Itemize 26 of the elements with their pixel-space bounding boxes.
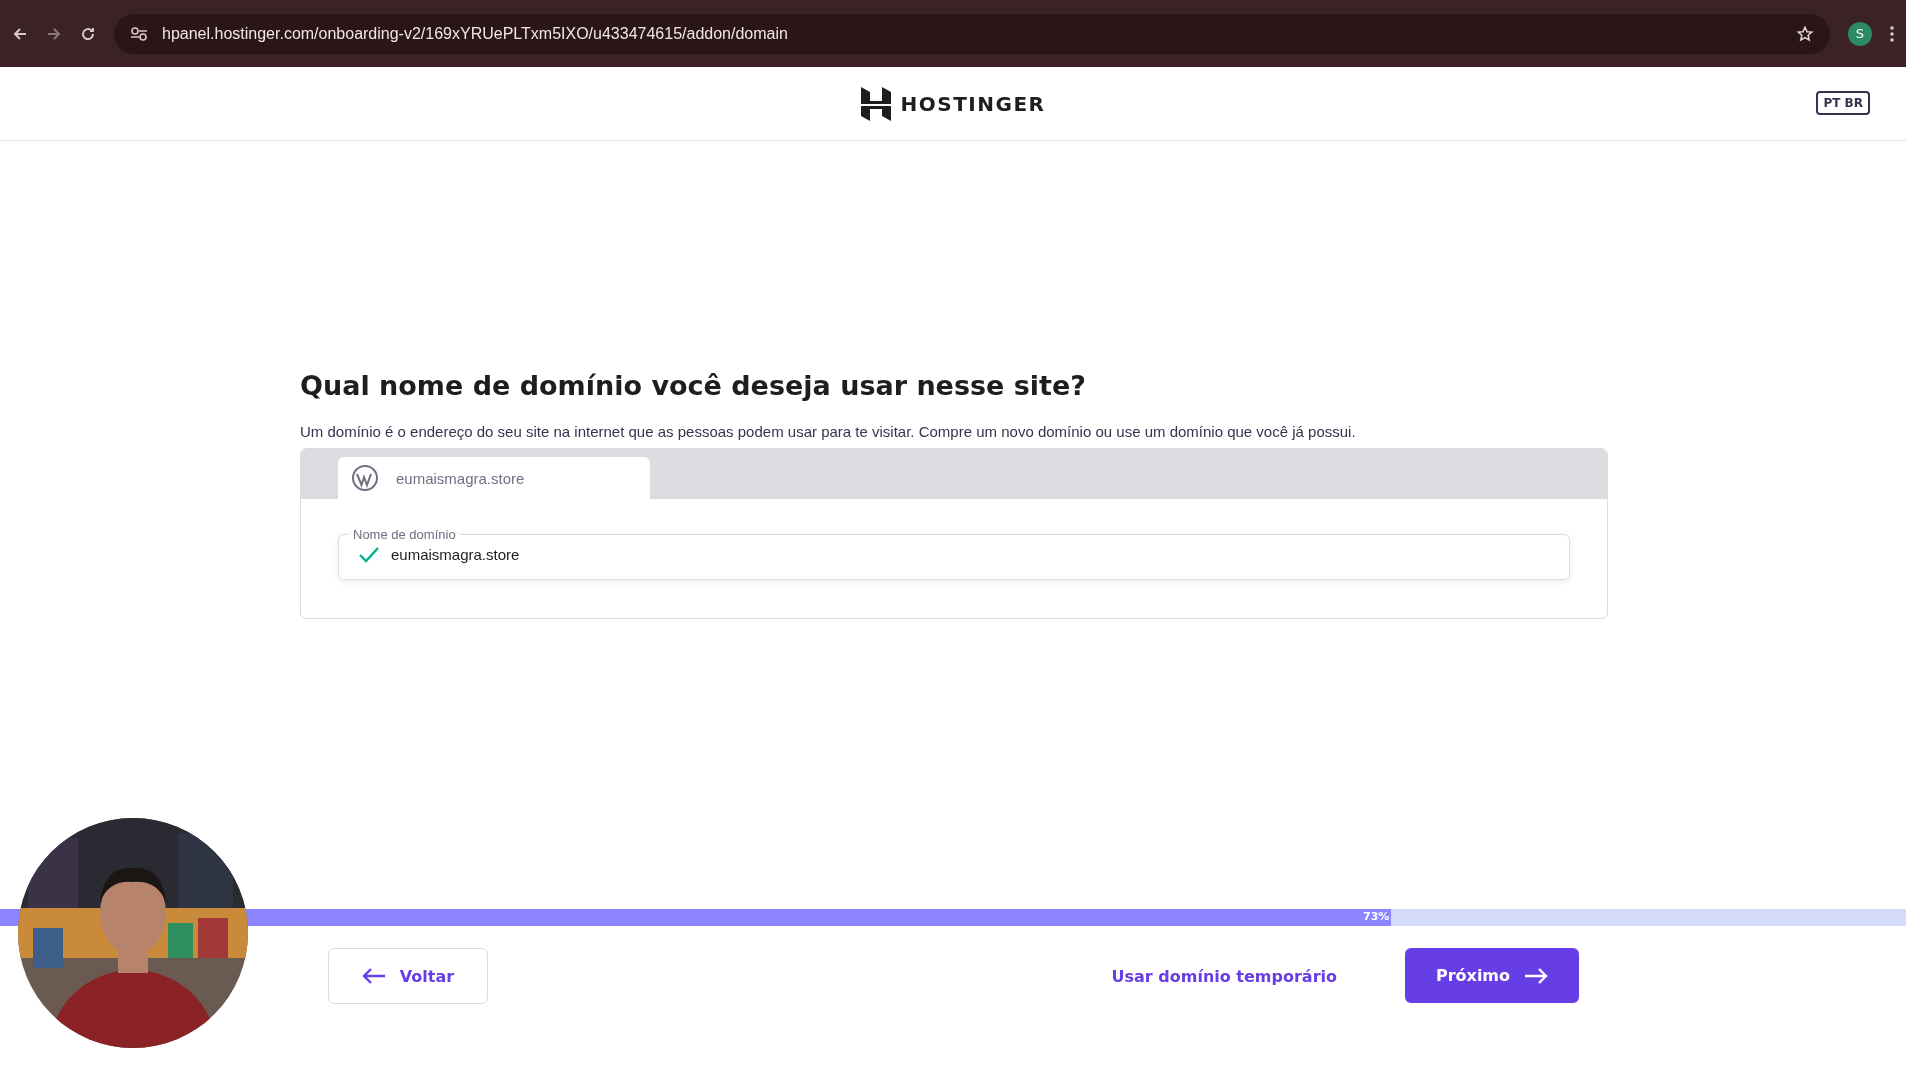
description-text: Um domínio é o endereço do seu site na internet que as pessoas podem usar para te visitar. Compre um novo domínio ou use um domínio que você já possui. (300, 423, 1357, 440)
back-button[interactable]: Voltar (328, 948, 488, 1004)
language-button[interactable]: PT BR (1816, 91, 1870, 115)
next-button[interactable]: Próximo (1405, 948, 1579, 1003)
logo-icon (860, 86, 891, 121)
field-value: eumaismagra.store (391, 546, 520, 563)
brand-name: HOSTINGER (900, 91, 1046, 116)
temporary-domain-link[interactable]: Usar domínio temporário (1105, 948, 1343, 1004)
menu-icon[interactable] (1890, 25, 1894, 42)
arrow-left-icon (361, 967, 386, 985)
domain-field[interactable]: Nome de domínio eumaismagra.store (338, 527, 1570, 580)
back-icon[interactable] (12, 25, 28, 42)
address-bar[interactable]: hpanel.hostinger.com/onboarding-v2/169xYRUePLTxm5IXO/u433474615/addon/domain (114, 13, 1830, 54)
progress-reading: 73% (1363, 910, 1390, 923)
arrow-right-icon (1524, 966, 1549, 985)
site-settings-icon[interactable] (130, 25, 148, 42)
wordpress-icon (352, 465, 378, 491)
url-text: hpanel.hostinger.com/onboarding-v2/169xYRUePLTxm5IXO/u433474615/addon/domain (162, 24, 788, 43)
site-tab-label: eumaismagra.store (396, 469, 525, 487)
field-label: Nome de domínio (352, 527, 457, 542)
site-tab[interactable]: eumaismagra.store (338, 457, 650, 499)
forward-icon[interactable] (46, 25, 62, 42)
profile-avatar[interactable]: S (1848, 21, 1872, 46)
page-title: Qual nome de domínio você deseja usar nesse site? (300, 370, 1087, 401)
star-icon[interactable] (1796, 24, 1814, 43)
reload-icon[interactable] (80, 25, 96, 42)
